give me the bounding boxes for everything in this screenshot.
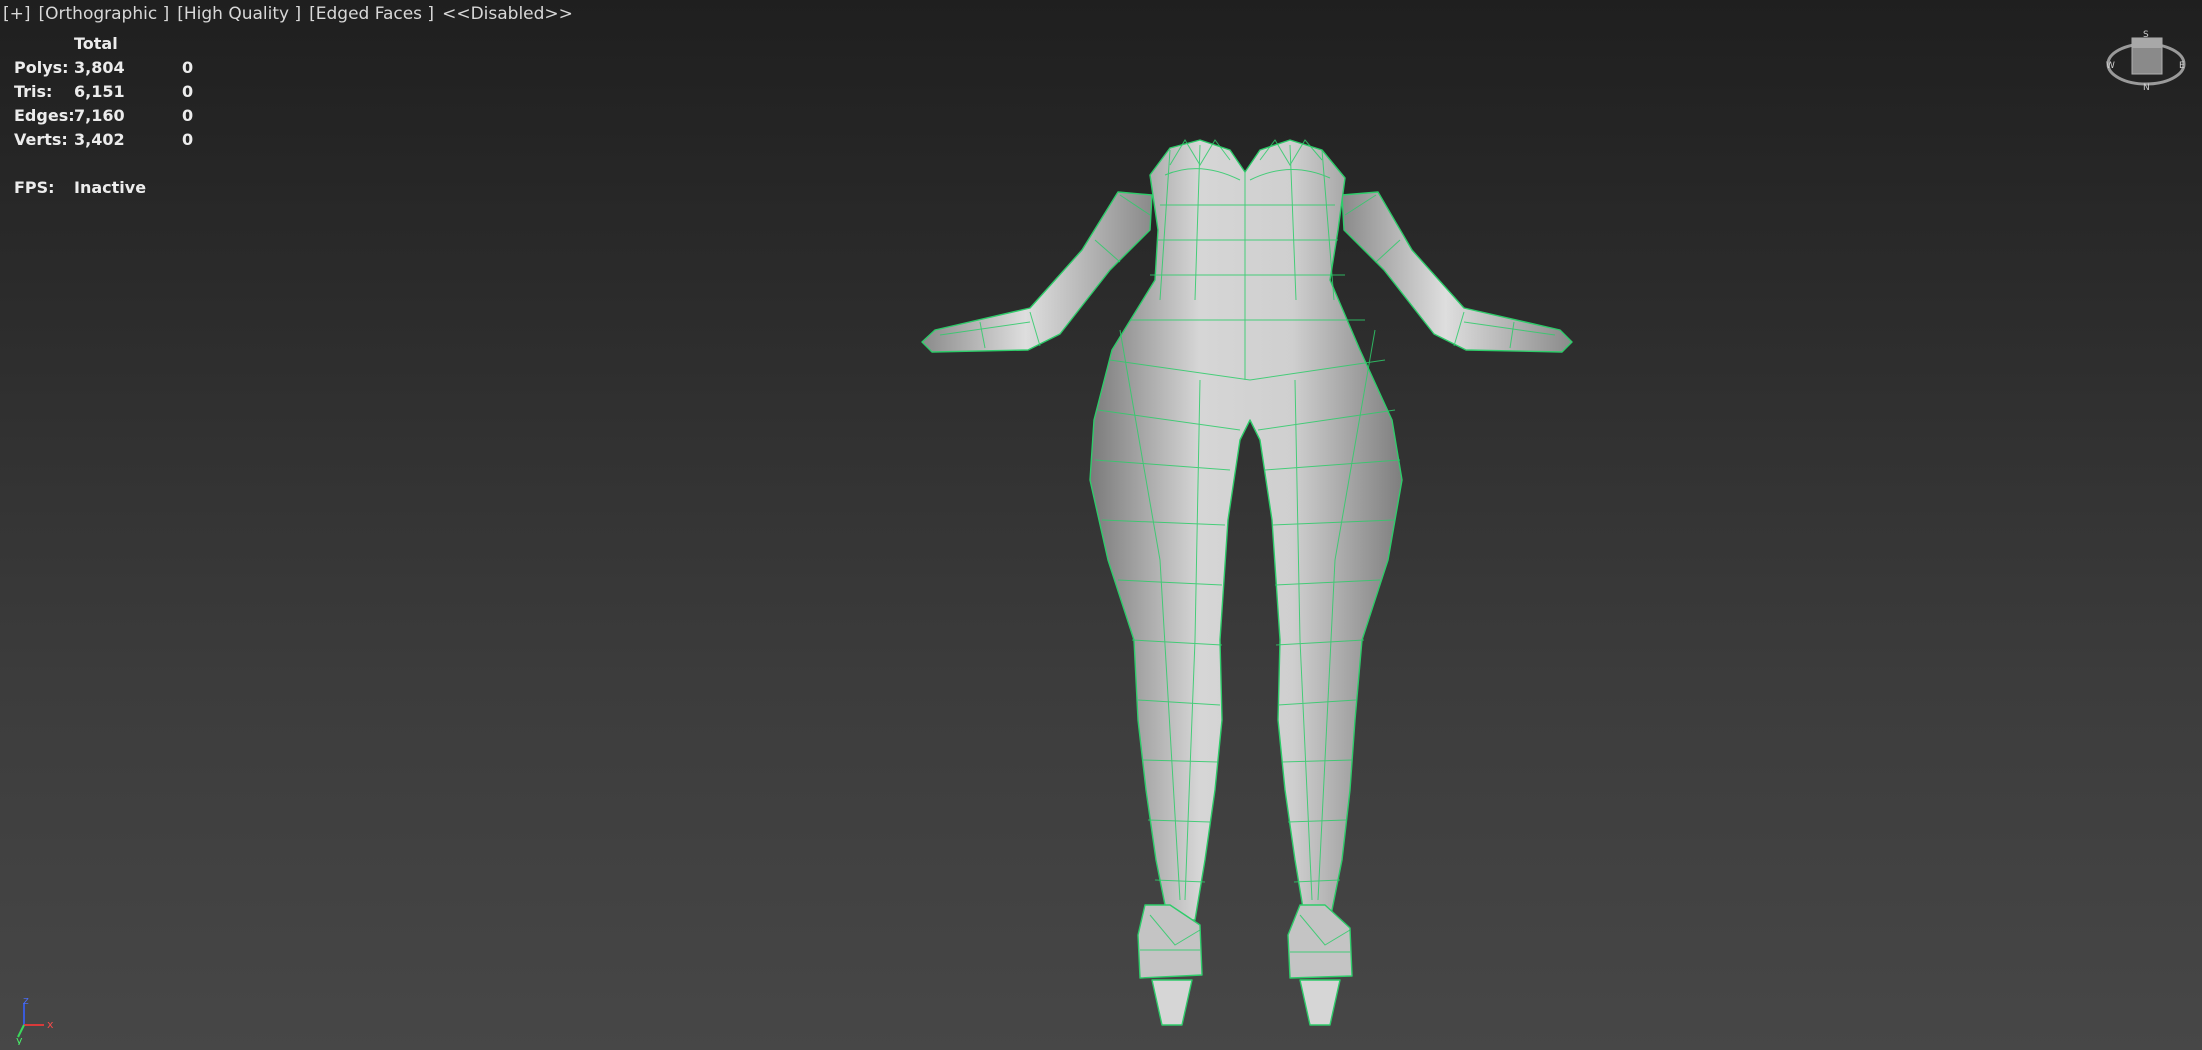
axis-tripod: z x y (14, 994, 64, 1047)
axis-y-label: y (16, 1034, 23, 1045)
axis-x-label: x (47, 1018, 54, 1031)
compass-w: W (2106, 61, 2115, 71)
right-arm (1341, 191, 1573, 353)
right-shoe (1287, 904, 1353, 979)
compass-e: E (2179, 61, 2185, 71)
torso (1089, 139, 1403, 921)
right-heel (1299, 979, 1341, 1026)
viewcube[interactable]: S W E N (2105, 28, 2187, 93)
compass-s: S (2143, 30, 2149, 40)
compass-n: N (2143, 83, 2150, 92)
axis-z-label: z (23, 995, 29, 1007)
left-heel (1151, 979, 1193, 1026)
mesh-model[interactable] (0, 0, 2202, 1050)
left-arm (921, 191, 1153, 353)
